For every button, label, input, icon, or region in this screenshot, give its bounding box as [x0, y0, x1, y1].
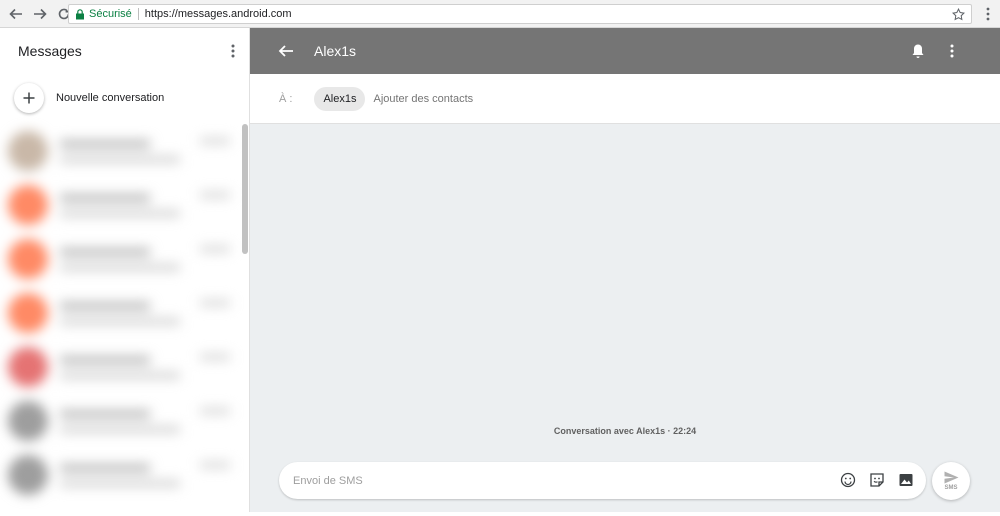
- avatar: [8, 293, 48, 333]
- send-label: SMS: [944, 485, 958, 491]
- recipient-chip[interactable]: Alex1s: [314, 86, 366, 111]
- add-contacts-input[interactable]: Ajouter des contacts: [373, 93, 473, 105]
- avatar: [8, 455, 48, 495]
- new-conversation-button[interactable]: Nouvelle conversation: [0, 74, 249, 122]
- contact-name-placeholder: [60, 409, 150, 418]
- avatar: [8, 185, 48, 225]
- browser-toolbar: Sécurisé https://messages.android.com: [0, 0, 1000, 28]
- conversation-list-panel: Messages Nouvelle conversation: [0, 28, 250, 512]
- bookmark-star-icon[interactable]: [952, 8, 965, 21]
- timestamp-placeholder: [200, 462, 230, 468]
- sidebar-header: Messages: [0, 28, 249, 74]
- send-icon: [944, 471, 958, 484]
- message-snippet-placeholder: [60, 155, 180, 163]
- avatar: [8, 131, 48, 171]
- bell-icon[interactable]: [911, 43, 925, 59]
- sms-input[interactable]: [293, 474, 793, 487]
- conversation-list: [0, 124, 240, 516]
- sidebar-scrollbar[interactable]: [242, 124, 248, 254]
- conversation-list-item[interactable]: [0, 286, 240, 340]
- timestamp-placeholder: [200, 354, 230, 360]
- address-bar[interactable]: Sécurisé https://messages.android.com: [68, 4, 972, 24]
- more-vert-icon[interactable]: [950, 44, 954, 58]
- timestamp-placeholder: [200, 138, 230, 144]
- back-arrow-icon[interactable]: [278, 43, 294, 59]
- new-conversation-label: Nouvelle conversation: [56, 92, 165, 104]
- contact-name-placeholder: [60, 301, 150, 310]
- message-snippet-placeholder: [60, 425, 180, 433]
- url-text: https://messages.android.com: [144, 8, 292, 20]
- send-sms-button[interactable]: SMS: [932, 462, 970, 500]
- arrow-right-icon: [34, 8, 47, 19]
- avatar: [8, 239, 48, 279]
- more-vert-icon[interactable]: [231, 44, 235, 58]
- message-snippet-placeholder: [60, 263, 180, 271]
- conversation-title: Alex1s: [314, 43, 357, 59]
- message-snippet-placeholder: [60, 479, 180, 487]
- lock-icon: [76, 8, 84, 19]
- compose-actions: [827, 472, 914, 488]
- timestamp-placeholder: [200, 300, 230, 306]
- conversation-list-item[interactable]: [0, 178, 240, 232]
- avatar: [8, 401, 48, 441]
- conversation-list-item[interactable]: [0, 448, 240, 502]
- conversation-app-bar: Alex1s: [250, 28, 1000, 74]
- timestamp-placeholder: [200, 246, 230, 252]
- back-button[interactable]: [6, 4, 26, 24]
- conversation-list-item[interactable]: [0, 340, 240, 394]
- timestamp-placeholder: [200, 192, 230, 198]
- conversation-list-item[interactable]: [0, 124, 240, 178]
- contact-name-placeholder: [60, 193, 150, 202]
- to-label: À :: [279, 92, 293, 105]
- image-icon[interactable]: [898, 472, 914, 488]
- url-separator: [137, 8, 139, 20]
- conversation-area: Conversation avec Alex1s · 22:24: [250, 124, 1000, 512]
- contact-name-placeholder: [60, 463, 150, 472]
- timestamp-placeholder: [200, 408, 230, 414]
- plus-icon: [14, 83, 44, 113]
- arrow-left-icon: [9, 8, 22, 19]
- forward-button[interactable]: [30, 4, 50, 24]
- message-snippet-placeholder: [60, 209, 180, 217]
- browser-menu-icon[interactable]: [986, 7, 990, 21]
- sticker-icon[interactable]: [869, 472, 885, 488]
- secure-label: Sécurisé: [89, 8, 132, 20]
- contact-name-placeholder: [60, 139, 150, 148]
- contact-name-placeholder: [60, 247, 150, 256]
- recipient-bar: À : Alex1s Ajouter des contacts: [250, 74, 1000, 124]
- conversation-list-item[interactable]: [0, 232, 240, 286]
- avatar: [8, 347, 48, 387]
- message-snippet-placeholder: [60, 371, 180, 379]
- message-snippet-placeholder: [60, 317, 180, 325]
- conversation-list-item[interactable]: [0, 394, 240, 448]
- contact-name-placeholder: [60, 355, 150, 364]
- compose-box: [279, 462, 926, 499]
- app-title: Messages: [18, 43, 82, 59]
- conversation-info: Conversation avec Alex1s · 22:24: [553, 426, 697, 436]
- emoji-icon[interactable]: [840, 472, 856, 488]
